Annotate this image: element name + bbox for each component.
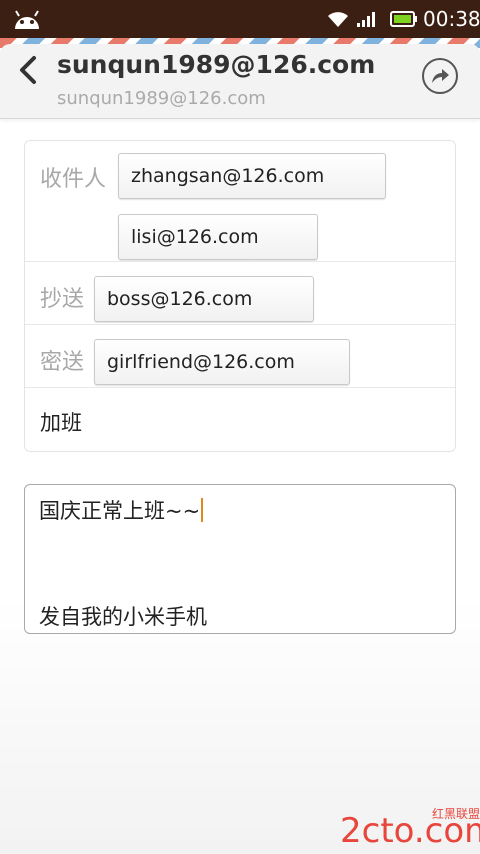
header: sunqun1989@126.com sunqun1989@126.com <box>0 44 480 119</box>
signature: 发自我的小米手机 <box>39 605 207 629</box>
wifi-icon <box>328 12 348 27</box>
page-title: sunqun1989@126.com <box>57 50 376 79</box>
to-label: 收件人 <box>40 167 107 192</box>
forward-button[interactable] <box>422 58 458 94</box>
signal-icon <box>357 12 375 27</box>
status-time: 00:38 <box>423 7 480 31</box>
recipient-chip-to[interactable]: zhangsan@126.com <box>118 153 386 199</box>
recipients-card: 收件人 zhangsan@126.com lisi@126.com 抄送 bos… <box>24 140 456 452</box>
recipient-chip-bcc[interactable]: girlfriend@126.com <box>94 339 350 385</box>
cc-label: 抄送 <box>40 287 85 312</box>
watermark-logo: 2cto.com 红黑联盟 <box>340 806 480 851</box>
subject-field[interactable]: 加班 <box>40 407 82 437</box>
body-text-line[interactable]: 国庆正常上班~~ <box>39 495 204 525</box>
divider <box>25 261 455 262</box>
recipient-chip-to[interactable]: lisi@126.com <box>118 214 318 260</box>
divider <box>25 387 455 388</box>
divider <box>25 324 455 325</box>
battery-icon <box>390 11 417 27</box>
bcc-label: 密送 <box>40 350 85 375</box>
text-cursor <box>201 498 204 522</box>
android-icon <box>15 10 39 29</box>
body-text: 国庆正常上班~~ <box>39 499 201 523</box>
recipient-chip-cc[interactable]: boss@126.com <box>94 276 314 322</box>
body-editor[interactable]: 国庆正常上班~~ 发自我的小米手机 <box>24 484 456 634</box>
sender-address: sunqun1989@126.com <box>57 88 266 109</box>
watermark-tagline: 红黑联盟 <box>432 806 480 821</box>
forward-icon <box>432 69 449 83</box>
back-icon[interactable] <box>14 54 42 86</box>
status-bar: 00:38 <box>0 0 480 38</box>
